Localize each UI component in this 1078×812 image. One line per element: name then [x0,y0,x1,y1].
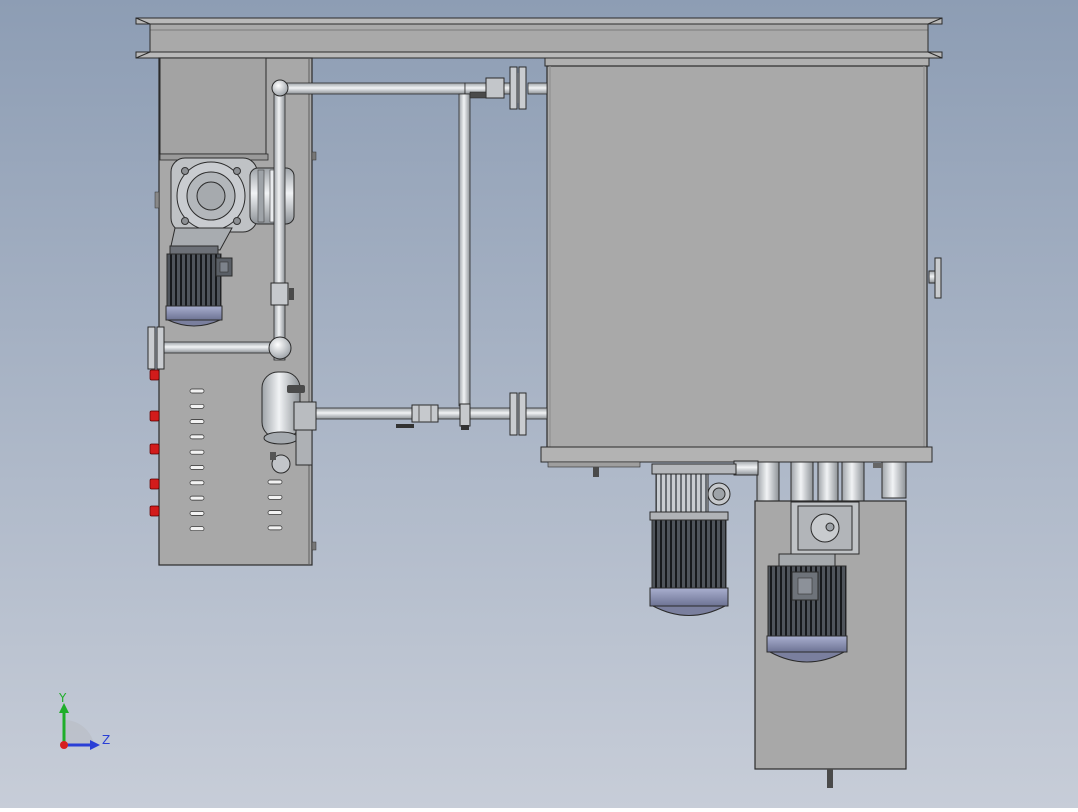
red-plug [149,410,160,422]
red-plug [149,443,160,455]
vent-slot [189,449,205,455]
vent-slot [267,494,283,500]
flange-left [147,326,156,370]
vent-slot [189,419,205,424]
vent-slot [267,479,283,485]
cad-viewport[interactable]: Y Z [0,0,1078,808]
flange-left [156,326,165,370]
lower-pump-motor [649,463,737,616]
vent-slot [189,480,205,486]
lower-cabinet-motor [766,553,848,663]
vent-slot [189,526,205,532]
flange-top [509,66,518,110]
red-plug [149,505,160,517]
vent-slot [267,525,283,531]
vent-slot [189,434,205,440]
triad-y-label: Y [58,691,67,705]
vent-slot [267,510,283,515]
red-plugs [149,369,160,517]
flange-left [155,333,157,363]
tank-outlet-nozzles [733,460,907,503]
assembly-drawing: Y Z [58,17,943,788]
vent-slot [189,511,205,516]
vent-slot [189,388,205,394]
vent-slot [189,403,205,409]
flange-top [518,66,527,110]
flange-bottom [509,392,518,436]
flange-top [517,73,519,103]
vent-slot [189,495,205,501]
main-tank [540,57,942,477]
flange-bottom [518,392,527,436]
triad-z-label: Z [102,733,110,747]
red-plug [149,478,160,490]
vent-slot [189,465,205,470]
flange-bottom [517,399,519,429]
red-plug [149,369,160,381]
frame-beam [135,17,943,59]
axis-triad: Y Z [58,691,110,750]
